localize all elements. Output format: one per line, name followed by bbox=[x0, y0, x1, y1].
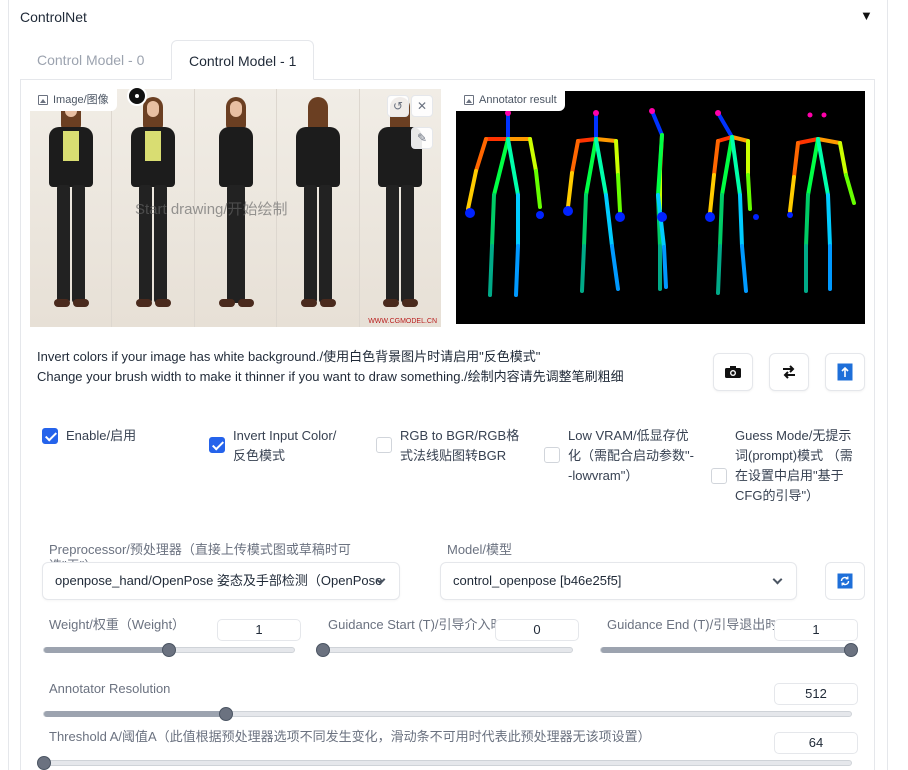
brush-cursor bbox=[127, 86, 147, 106]
controlnet-accordion-header[interactable]: ControlNet ▼ bbox=[8, 0, 888, 34]
threshold-a-label: Threshold A/阈值A（此值根据预处理器选项不同发生变化，滑动条不可用时… bbox=[49, 729, 651, 744]
photo-front bbox=[30, 89, 113, 327]
image-icon bbox=[38, 95, 48, 105]
triangle-down-icon[interactable]: ▼ bbox=[860, 8, 873, 23]
guidance-end-slider-fill bbox=[601, 647, 851, 653]
rgb-to-bgr-checkbox[interactable]: RGB to BGR/RGB格式法线贴图转BGR bbox=[376, 426, 524, 466]
threshold-a-input[interactable]: 64 bbox=[774, 732, 858, 754]
refresh-icon bbox=[837, 573, 853, 589]
upload-arrow-icon bbox=[837, 363, 853, 381]
annotator-label: Annotator result bbox=[456, 89, 565, 111]
model-value: control_openpose [b46e25f5] bbox=[453, 573, 622, 588]
weight-input[interactable]: 1 bbox=[217, 619, 301, 641]
hint-invert-colors: Invert colors if your image has white ba… bbox=[37, 349, 541, 364]
camera-button[interactable] bbox=[713, 353, 753, 391]
rgb-bgr-checkbox-box[interactable] bbox=[376, 437, 392, 453]
low-vram-checkbox-label: Low VRAM/低显存优化（需配合启动参数"--lowvram"） bbox=[568, 428, 694, 483]
guidance-end-slider-thumb[interactable] bbox=[844, 643, 858, 657]
enable-checkbox-box[interactable] bbox=[42, 428, 58, 444]
invert-checkbox-label: Invert Input Color/反色模式 bbox=[233, 428, 337, 463]
close-icon[interactable]: ✕ bbox=[411, 95, 433, 117]
brush-icon[interactable]: ✎ bbox=[411, 127, 433, 149]
enable-checkbox[interactable]: Enable/启用 bbox=[42, 426, 136, 446]
send-dimensions-button[interactable] bbox=[825, 353, 865, 391]
annotator-label-text: Annotator result bbox=[479, 94, 557, 106]
photo-back-side bbox=[277, 89, 360, 327]
guidance-start-slider[interactable] bbox=[316, 643, 573, 657]
annotator-resolution-slider-fill bbox=[44, 711, 227, 717]
annotator-resolution-label: Annotator Resolution bbox=[49, 681, 171, 696]
image-input-label: Image/图像 bbox=[30, 89, 117, 111]
guess-mode-checkbox[interactable]: Guess Mode/无提示词(prompt)模式 （需在设置中启用"基于CFG… bbox=[711, 426, 861, 506]
invert-color-checkbox[interactable]: Invert Input Color/反色模式 bbox=[209, 426, 349, 466]
threshold-a-slider[interactable] bbox=[37, 756, 852, 770]
guess-mode-checkbox-label: Guess Mode/无提示词(prompt)模式 （需在设置中启用"基于CFG… bbox=[735, 428, 853, 503]
invert-checkbox-box[interactable] bbox=[209, 437, 225, 453]
photo-back: WWW.CGMODEL.CN bbox=[359, 89, 441, 327]
annotator-resolution-slider[interactable] bbox=[43, 707, 852, 721]
chevron-down-icon bbox=[772, 574, 783, 585]
accordion-title: ControlNet bbox=[20, 9, 87, 25]
image-watermark: WWW.CGMODEL.CN bbox=[368, 318, 438, 325]
tab-control-model-1[interactable]: Control Model - 1 bbox=[171, 40, 315, 80]
pose-figure-3 bbox=[649, 108, 668, 291]
enable-checkbox-label: Enable/启用 bbox=[66, 428, 137, 443]
draw-hint: Start drawing/开始绘制 bbox=[135, 201, 288, 218]
preprocessor-value: openpose_hand/OpenPose 姿态及手部检测（OpenPose bbox=[55, 573, 383, 588]
image-icon bbox=[464, 95, 474, 105]
swap-button[interactable] bbox=[769, 353, 809, 391]
tab-control-model-0[interactable]: Control Model - 0 bbox=[20, 40, 161, 80]
guidance-start-slider-thumb[interactable] bbox=[316, 643, 330, 657]
hint-brush-width: Change your brush width to make it thinn… bbox=[37, 369, 624, 384]
low-vram-checkbox-box[interactable] bbox=[544, 447, 560, 463]
annotator-resolution-input[interactable]: 512 bbox=[774, 683, 858, 705]
pose-figure-1 bbox=[465, 110, 544, 297]
guidance-end-slider[interactable] bbox=[600, 643, 858, 657]
guidance-start-input[interactable]: 0 bbox=[495, 619, 579, 641]
preprocessor-dropdown[interactable]: openpose_hand/OpenPose 姿态及手部检测（OpenPose bbox=[42, 562, 400, 600]
pose-skeleton-canvas bbox=[456, 91, 865, 324]
refresh-models-button[interactable] bbox=[825, 562, 865, 600]
guidance-end-label: Guidance End (T)/引导退出时机 bbox=[607, 617, 775, 632]
low-vram-checkbox[interactable]: Low VRAM/低显存优化（需配合启动参数"--lowvram"） bbox=[544, 426, 694, 486]
pose-figure-5 bbox=[787, 112, 856, 293]
weight-slider-fill bbox=[44, 647, 169, 653]
guess-mode-checkbox-box[interactable] bbox=[711, 468, 727, 484]
model-label: Model/模型 bbox=[447, 542, 513, 557]
undo-icon[interactable]: ↺ bbox=[387, 95, 409, 117]
weight-slider[interactable] bbox=[43, 643, 295, 657]
rgb-bgr-checkbox-label: RGB to BGR/RGB格式法线贴图转BGR bbox=[400, 428, 520, 463]
threshold-a-slider-thumb[interactable] bbox=[37, 756, 51, 770]
camera-icon bbox=[725, 366, 741, 378]
pose-figure-2 bbox=[563, 110, 625, 293]
guidance-start-label: Guidance Start (T)/引导介入时机 bbox=[328, 617, 498, 632]
weight-label: Weight/权重（Weight） bbox=[49, 617, 186, 632]
swap-arrows-icon bbox=[783, 365, 795, 379]
guidance-end-input[interactable]: 1 bbox=[774, 619, 858, 641]
weight-slider-thumb[interactable] bbox=[162, 643, 176, 657]
pose-figure-4 bbox=[705, 110, 759, 295]
model-dropdown[interactable]: control_openpose [b46e25f5] bbox=[440, 562, 797, 600]
image-input-label-text: Image/图像 bbox=[53, 94, 109, 106]
